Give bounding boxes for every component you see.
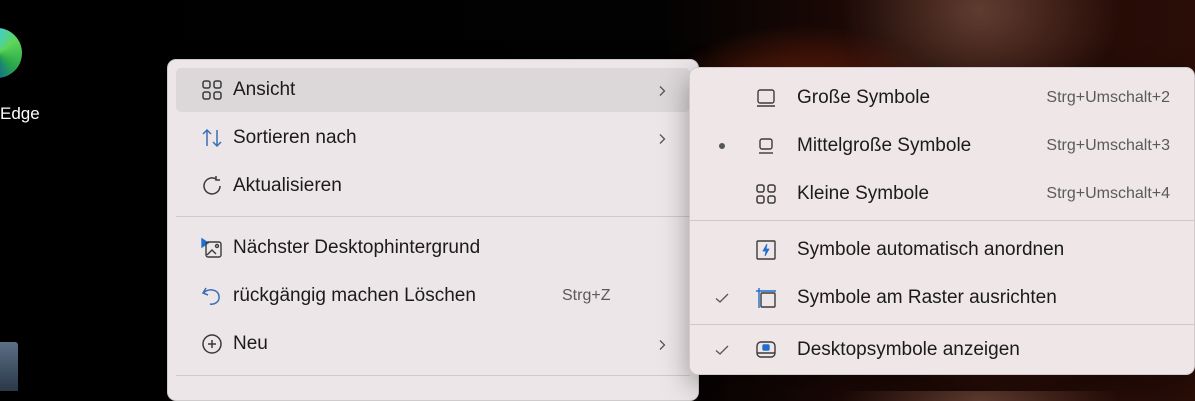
submenu-item-mittelgrosse-symbole[interactable]: Mittelgroße Symbole Strg+Umschalt+3: [698, 124, 1186, 168]
menu-item-label: Ansicht: [233, 79, 296, 100]
submenu-item-label: Kleine Symbole: [797, 183, 930, 204]
submenu-separator: [690, 220, 1194, 221]
submenu-item-grosse-symbole[interactable]: Große Symbole Strg+Umschalt+2: [698, 76, 1186, 120]
undo-icon: [200, 284, 224, 308]
align-grid-icon: [754, 286, 778, 310]
submenu-item-shortcut: Strg+Umschalt+2: [1046, 89, 1170, 106]
menu-item-neu[interactable]: Neu: [176, 322, 690, 366]
submenu-ansicht: Große Symbole Strg+Umschalt+2 Mittelgroß…: [689, 67, 1195, 375]
menu-item-naechster-desktophintergrund[interactable]: Nächster Desktophintergrund: [176, 226, 690, 270]
large-icons-icon: [754, 86, 778, 110]
auto-arrange-icon: [754, 238, 778, 262]
submenu-item-shortcut: Strg+Umschalt+4: [1046, 185, 1170, 202]
menu-item-ansicht[interactable]: Ansicht: [176, 68, 690, 112]
checkmark-icon: [714, 290, 730, 306]
submenu-separator: [690, 324, 1194, 325]
edge-logo-icon: [0, 28, 22, 78]
chevron-right-icon: [656, 338, 668, 350]
chevron-right-icon: [656, 84, 668, 96]
grid-icon: [200, 78, 224, 102]
menu-item-label: Nächster Desktophintergrund: [233, 237, 481, 258]
menu-item-sortieren-nach[interactable]: Sortieren nach: [176, 116, 690, 160]
medium-icons-icon: [754, 134, 778, 158]
next-wallpaper-icon: [200, 236, 224, 260]
menu-item-label: rückgängig machen Löschen: [233, 285, 476, 306]
menu-item-rueckgaengig-loeschen[interactable]: rückgängig machen Löschen Strg+Z: [176, 274, 690, 318]
selected-dot-icon: [714, 138, 730, 154]
plus-circle-icon: [200, 332, 224, 356]
submenu-item-label: Desktopsymbole anzeigen: [797, 339, 1020, 360]
checkmark-icon: [714, 342, 730, 358]
sort-icon: [200, 126, 224, 150]
submenu-item-label: Mittelgroße Symbole: [797, 135, 972, 156]
submenu-item-automatisch-anordnen[interactable]: Symbole automatisch anordnen: [698, 228, 1186, 272]
desktop-shortcut-thumbnail[interactable]: [0, 342, 18, 391]
small-icons-icon: [754, 182, 778, 206]
submenu-item-shortcut: Strg+Umschalt+3: [1046, 137, 1170, 154]
submenu-item-kleine-symbole[interactable]: Kleine Symbole Strg+Umschalt+4: [698, 172, 1186, 216]
menu-item-label: Sortieren nach: [233, 127, 357, 148]
menu-separator: [176, 375, 690, 376]
menu-item-shortcut: Strg+Z: [562, 287, 611, 304]
menu-item-label: Neu: [233, 333, 268, 354]
chevron-right-icon: [656, 132, 668, 144]
menu-item-aktualisieren[interactable]: Aktualisieren: [176, 164, 690, 208]
menu-separator: [176, 216, 690, 217]
submenu-item-desktopsymbole-anzeigen[interactable]: Desktopsymbole anzeigen: [698, 328, 1186, 372]
context-menu: Ansicht Sortieren nach Aktualisieren Näc…: [167, 59, 699, 401]
show-desktop-icons-icon: [754, 338, 778, 362]
desktop-shortcut-label: Edge: [0, 104, 40, 123]
submenu-item-label: Symbole am Raster ausrichten: [797, 287, 1057, 308]
submenu-item-label: Große Symbole: [797, 87, 931, 108]
menu-item-label: Aktualisieren: [233, 175, 342, 196]
desktop-shortcut-edge[interactable]: Edge: [0, 20, 60, 130]
refresh-icon: [200, 174, 224, 198]
submenu-item-label: Symbole automatisch anordnen: [797, 239, 1065, 260]
submenu-item-raster-ausrichten[interactable]: Symbole am Raster ausrichten: [698, 276, 1186, 320]
